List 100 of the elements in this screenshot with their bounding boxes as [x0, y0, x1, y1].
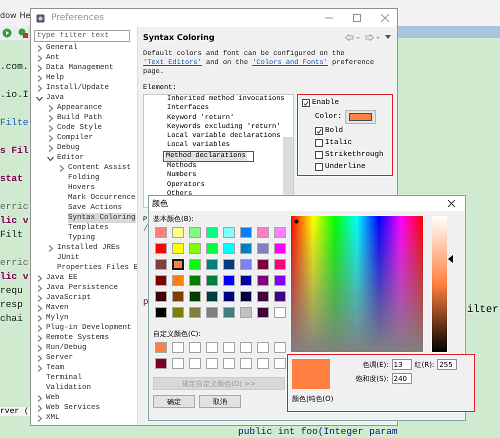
color-picker-button[interactable] — [345, 110, 376, 124]
color-swatch[interactable] — [189, 227, 201, 238]
run-icon[interactable] — [2, 28, 12, 38]
color-swatch[interactable] — [257, 307, 269, 318]
menu-caret-icon[interactable] — [385, 34, 391, 40]
color-swatch[interactable] — [189, 259, 201, 270]
chevron-right-icon[interactable] — [36, 274, 43, 282]
chevron-right-icon[interactable] — [36, 284, 43, 292]
checkbox[interactable] — [315, 151, 323, 159]
color-swatch[interactable] — [172, 358, 184, 369]
color-swatch[interactable] — [189, 342, 201, 353]
color-swatch[interactable] — [206, 227, 218, 238]
color-swatch[interactable] — [274, 275, 286, 286]
chevron-down-icon[interactable] — [47, 154, 54, 162]
luminance-bar[interactable] — [432, 216, 447, 352]
color-swatch[interactable] — [206, 358, 218, 369]
chevron-right-icon[interactable] — [58, 164, 65, 172]
color-swatch[interactable] — [172, 275, 184, 286]
color-swatch[interactable] — [189, 358, 201, 369]
color-swatch[interactable] — [257, 358, 269, 369]
chevron-right-icon[interactable] — [47, 104, 54, 112]
color-swatch[interactable] — [206, 259, 218, 270]
color-swatch[interactable] — [274, 342, 286, 353]
color-swatch[interactable] — [172, 307, 184, 318]
checkbox[interactable] — [315, 139, 323, 147]
close-icon[interactable] — [448, 200, 455, 207]
color-swatch[interactable] — [274, 291, 286, 302]
color-swatch[interactable] — [189, 243, 201, 254]
chevron-right-icon[interactable] — [47, 134, 54, 142]
color-swatch[interactable] — [257, 243, 269, 254]
color-swatch[interactable] — [172, 259, 184, 270]
chevron-right-icon[interactable] — [47, 124, 54, 132]
chevron-right-icon[interactable] — [36, 44, 43, 52]
color-swatch[interactable] — [206, 307, 218, 318]
color-swatch[interactable] — [240, 291, 252, 302]
color-swatch[interactable] — [240, 342, 252, 353]
menu-item[interactable]: He — [20, 6, 30, 20]
color-swatch[interactable] — [223, 227, 235, 238]
color-swatch[interactable] — [189, 307, 201, 318]
color-swatch[interactable] — [257, 275, 269, 286]
chevron-right-icon[interactable] — [36, 354, 43, 362]
color-swatch[interactable] — [189, 291, 201, 302]
chevron-right-icon[interactable] — [36, 64, 43, 72]
color-swatch[interactable] — [274, 307, 286, 318]
color-swatch[interactable] — [274, 243, 286, 254]
chevron-right-icon[interactable] — [36, 404, 43, 412]
color-swatch[interactable] — [240, 358, 252, 369]
chevron-right-icon[interactable] — [47, 244, 54, 252]
checkbox[interactable] — [302, 99, 310, 107]
color-swatch[interactable] — [172, 291, 184, 302]
color-swatch[interactable] — [223, 307, 235, 318]
chevron-right-icon[interactable] — [36, 304, 43, 312]
chevron-right-icon[interactable] — [47, 114, 54, 122]
server-tab-label[interactable]: rver ( — [0, 407, 30, 416]
checkbox[interactable] — [315, 127, 323, 135]
menu-item[interactable]: dow — [0, 6, 17, 20]
color-swatch[interactable] — [274, 227, 286, 238]
color-swatch[interactable] — [257, 227, 269, 238]
color-swatch[interactable] — [155, 243, 167, 254]
color-swatch[interactable] — [223, 275, 235, 286]
color-swatch[interactable] — [189, 275, 201, 286]
color-swatch[interactable] — [206, 243, 218, 254]
color-swatch[interactable] — [274, 358, 286, 369]
color-spectrum[interactable] — [291, 216, 423, 352]
color-swatch[interactable] — [155, 275, 167, 286]
chevron-right-icon[interactable] — [36, 324, 43, 332]
chevron-right-icon[interactable] — [36, 74, 43, 82]
chevron-right-icon[interactable] — [36, 394, 43, 402]
chevron-right-icon[interactable] — [47, 144, 54, 152]
color-swatch[interactable] — [155, 358, 167, 369]
chevron-right-icon[interactable] — [36, 54, 43, 62]
color-swatch[interactable] — [240, 307, 252, 318]
color-swatch[interactable] — [172, 227, 184, 238]
color-swatch[interactable] — [223, 259, 235, 270]
color-swatch[interactable] — [155, 291, 167, 302]
chevron-right-icon[interactable] — [36, 84, 43, 92]
color-swatch[interactable] — [155, 259, 167, 270]
debug-icon[interactable] — [18, 28, 28, 38]
color-swatch[interactable] — [274, 259, 286, 270]
color-swatch[interactable] — [155, 342, 167, 353]
back-icon[interactable] — [345, 34, 361, 40]
color-swatch[interactable] — [223, 342, 235, 353]
chevron-right-icon[interactable] — [36, 334, 43, 342]
checkbox[interactable] — [315, 163, 323, 171]
chevron-right-icon[interactable] — [36, 294, 43, 302]
color-swatch[interactable] — [155, 307, 167, 318]
color-swatch[interactable] — [240, 227, 252, 238]
color-swatch[interactable] — [257, 291, 269, 302]
chevron-right-icon[interactable] — [36, 364, 43, 372]
color-swatch[interactable] — [172, 342, 184, 353]
chevron-down-icon[interactable] — [36, 94, 43, 102]
chevron-right-icon[interactable] — [36, 414, 43, 422]
color-swatch[interactable] — [206, 342, 218, 353]
color-swatch[interactable] — [223, 358, 235, 369]
color-swatch[interactable] — [206, 291, 218, 302]
color-swatch[interactable] — [240, 243, 252, 254]
color-swatch[interactable] — [223, 243, 235, 254]
color-swatch[interactable] — [223, 291, 235, 302]
color-swatch[interactable] — [257, 259, 269, 270]
chevron-right-icon[interactable] — [36, 344, 43, 352]
